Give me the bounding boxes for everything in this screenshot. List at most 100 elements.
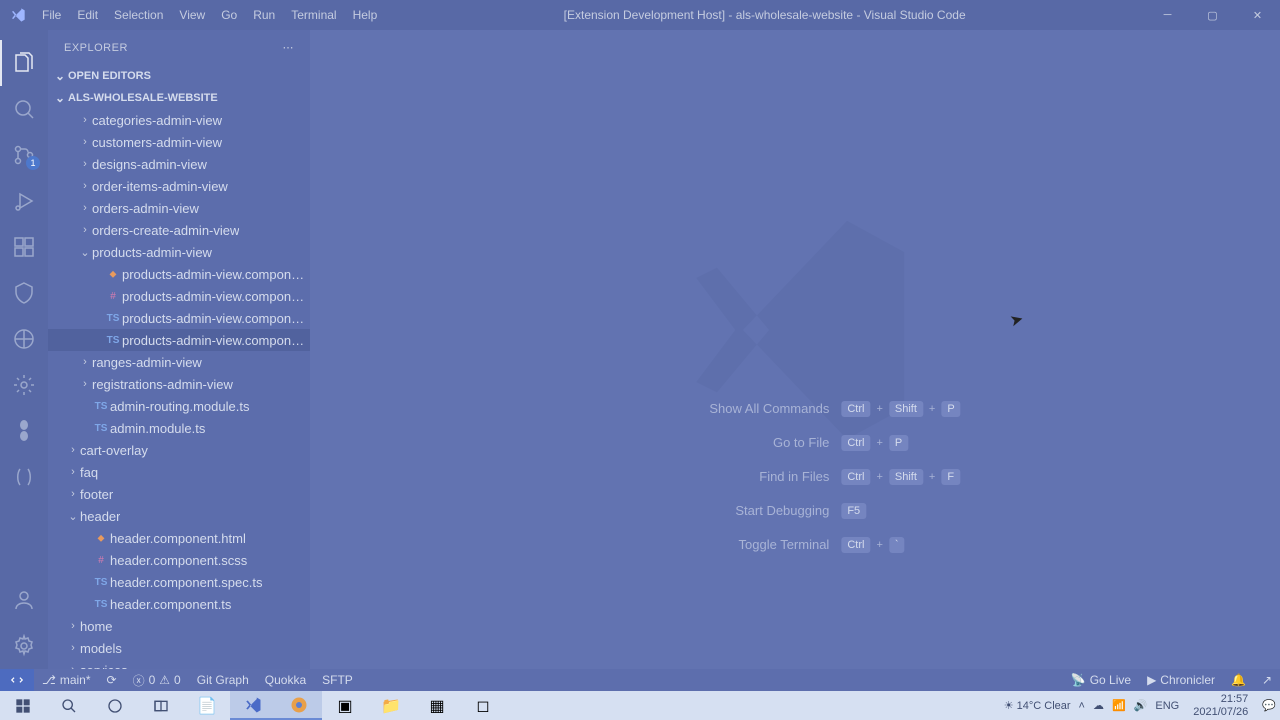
folder-orders-admin-view[interactable]: ›orders-admin-view [48,197,310,219]
tray-clock[interactable]: 21:572021/07/26 [1187,693,1254,717]
taskbar-explorer[interactable]: 📁 [368,691,414,720]
weather-widget[interactable]: ☀ 14°C Clear [1004,699,1071,712]
activity-item-8-icon[interactable] [0,408,48,454]
shortcut-label: Find in Files [629,469,829,484]
activity-item-7-icon[interactable] [0,362,48,408]
folder-home[interactable]: ›home [48,615,310,637]
settings-gear-icon[interactable] [0,623,48,669]
tray-volume-icon[interactable]: 🔊 [1134,699,1148,712]
taskbar-chrome[interactable] [276,691,322,720]
minimize-button[interactable]: ─ [1145,0,1190,30]
tray-language[interactable]: ENG [1155,700,1179,712]
folder-order-items-admin-view[interactable]: ›order-items-admin-view [48,175,310,197]
git-branch[interactable]: ⎇ main* [34,669,99,691]
notifications-icon[interactable]: 🔔 [1223,669,1254,691]
shortcut-row: Find in FilesCtrl+Shift+F [629,469,960,485]
file-admin-routing.module.ts[interactable]: TSadmin-routing.module.ts [48,395,310,417]
menu-terminal[interactable]: Terminal [284,8,343,22]
menu-view[interactable]: View [172,8,212,22]
folder-services[interactable]: ›services [48,659,310,669]
menu-help[interactable]: Help [346,8,385,22]
file-products-admin-view.component.s...[interactable]: #products-admin-view.component.s... [48,285,310,307]
folder-designs-admin-view[interactable]: ›designs-admin-view [48,153,310,175]
tray-chevron-icon[interactable]: ˄ [1079,700,1085,712]
folder-header[interactable]: ⌄header [48,505,310,527]
editor-area: Show All CommandsCtrl+Shift+PGo to FileC… [310,30,1280,669]
task-view-button[interactable] [92,691,138,720]
source-control-icon[interactable]: 1 [0,132,48,178]
folder-cart-overlay[interactable]: ›cart-overlay [48,439,310,461]
close-button[interactable]: ✕ [1235,0,1280,30]
sync-icon[interactable]: ⟳ [99,669,125,691]
shortcut-row: Toggle TerminalCtrl+` [629,537,960,553]
folder-registrations-admin-view[interactable]: ›registrations-admin-view [48,373,310,395]
go-live[interactable]: 📡 Go Live [1063,669,1139,691]
folder-faq[interactable]: ›faq [48,461,310,483]
feedback-icon[interactable]: ↗ [1254,669,1280,691]
taskbar-app-1[interactable]: 📄 [184,691,230,720]
extensions-icon[interactable] [0,224,48,270]
file-products-admin-view.component.ts[interactable]: TSproducts-admin-view.component.ts [48,329,310,351]
file-products-admin-view.component.s...[interactable]: TSproducts-admin-view.component.s... [48,307,310,329]
menu-file[interactable]: File [35,8,68,22]
remote-indicator[interactable] [0,669,34,691]
file-products-admin-view.component.h...[interactable]: ⬥products-admin-view.component.h... [48,263,310,285]
start-button[interactable] [0,691,46,720]
key: Shift [889,469,923,485]
explorer-more-icon[interactable]: ⋯ [283,41,295,54]
key: Ctrl [841,435,870,451]
menu-edit[interactable]: Edit [70,8,105,22]
shortcut-label: Show All Commands [629,401,829,416]
file-admin.module.ts[interactable]: TSadmin.module.ts [48,417,310,439]
menu-go[interactable]: Go [214,8,244,22]
windows-taskbar: 📄 ▣ 📁 ▦ ◻ ☀ 14°C Clear ˄ ☁ 📶 🔊 ENG 21:57… [0,691,1280,720]
activity-item-5-icon[interactable] [0,270,48,316]
open-editors-section[interactable]: ⌄OPEN EDITORS [48,65,310,87]
tray-notifications-icon[interactable]: 💬 [1262,699,1276,712]
folder-ranges-admin-view[interactable]: ›ranges-admin-view [48,351,310,373]
folder-customers-admin-view[interactable]: ›customers-admin-view [48,131,310,153]
explorer-title: EXPLORER [64,42,128,54]
project-label: ALS-WHOLESALE-WEBSITE [68,92,218,104]
folder-orders-create-admin-view[interactable]: ›orders-create-admin-view [48,219,310,241]
menu-run[interactable]: Run [246,8,282,22]
taskbar-vscode[interactable] [230,691,276,720]
shortcut-row: Go to FileCtrl+P [629,435,960,451]
run-debug-icon[interactable] [0,178,48,224]
activity-item-9-icon[interactable] [0,454,48,500]
taskbar-app-4[interactable]: ▣ [322,691,368,720]
maximize-button[interactable]: ▢ [1190,0,1235,30]
key: P [889,435,908,451]
key: Ctrl [841,401,870,417]
quokka[interactable]: Quokka [257,669,314,691]
file-header.component.spec.ts[interactable]: TSheader.component.spec.ts [48,571,310,593]
tray-network-icon[interactable]: 📶 [1112,699,1126,712]
folder-footer[interactable]: ›footer [48,483,310,505]
menu-selection[interactable]: Selection [107,8,170,22]
git-graph[interactable]: Git Graph [189,669,257,691]
cortana-button[interactable] [138,691,184,720]
activity-item-6-icon[interactable] [0,316,48,362]
sftp[interactable]: SFTP [314,669,361,691]
shortcut-label: Start Debugging [629,503,829,518]
taskbar-app-6[interactable]: ▦ [414,691,460,720]
folder-categories-admin-view[interactable]: ›categories-admin-view [48,109,310,131]
welcome-shortcuts: Show All CommandsCtrl+Shift+PGo to FileC… [629,401,960,553]
taskbar-app-7[interactable]: ◻ [460,691,506,720]
vscode-logo-icon [0,7,35,23]
problems[interactable]: ⓧ 0 ⚠ 0 [125,669,189,691]
file-header.component.scss[interactable]: #header.component.scss [48,549,310,571]
file-header.component.html[interactable]: ⬥header.component.html [48,527,310,549]
folder-models[interactable]: ›models [48,637,310,659]
accounts-icon[interactable] [0,577,48,623]
search-icon[interactable] [0,86,48,132]
explorer-icon[interactable] [0,40,48,86]
status-bar: ⎇ main* ⟳ ⓧ 0 ⚠ 0 Git Graph Quokka SFTP … [0,669,1280,691]
search-button[interactable] [46,691,92,720]
titlebar: File Edit Selection View Go Run Terminal… [0,0,1280,30]
project-section[interactable]: ⌄ALS-WHOLESALE-WEBSITE [48,87,310,109]
tray-onedrive-icon[interactable]: ☁ [1093,699,1104,712]
file-header.component.ts[interactable]: TSheader.component.ts [48,593,310,615]
chronicler[interactable]: ▶ Chronicler [1139,669,1223,691]
folder-products-admin-view[interactable]: ⌄products-admin-view [48,241,310,263]
